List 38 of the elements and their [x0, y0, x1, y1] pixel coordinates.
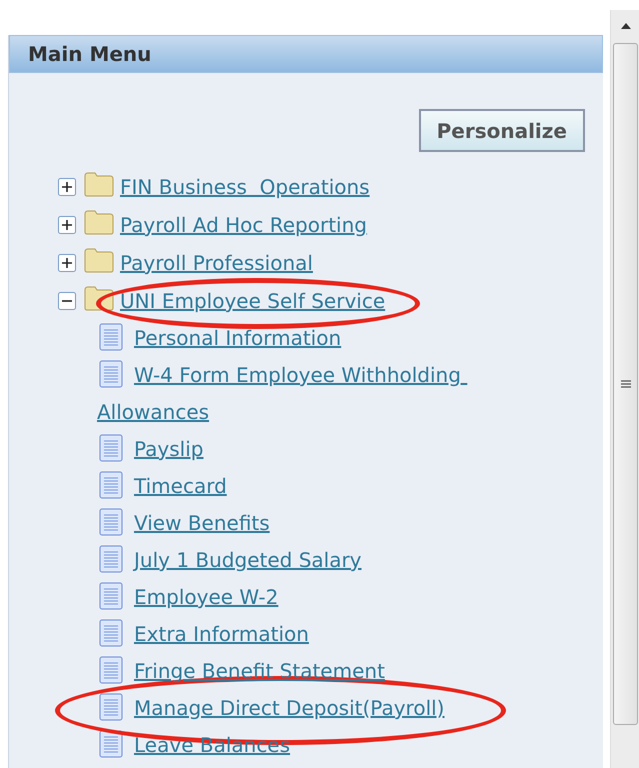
folder-icon	[84, 171, 114, 197]
document-icon	[99, 434, 123, 462]
menu-link[interactable]: Extra Information	[97, 616, 502, 653]
document-icon	[99, 471, 123, 499]
scroll-up-icon[interactable]	[620, 22, 632, 30]
grip-icon	[620, 379, 630, 389]
menu-link[interactable]: Employee W-2	[97, 579, 502, 616]
expand-icon[interactable]	[58, 178, 76, 196]
menu-link[interactable]: Fringe Benefit Statement	[97, 653, 502, 690]
menu-link[interactable]: Payslip	[97, 431, 502, 468]
personalize-button[interactable]: Personalize	[418, 109, 585, 152]
menu-link[interactable]: Payroll Professional	[120, 251, 313, 275]
menu-link[interactable]: W-4 Form Employee Withholding Allowances	[97, 357, 502, 431]
expand-icon[interactable]	[58, 254, 76, 272]
menu-link[interactable]: Timecard	[97, 468, 502, 505]
document-icon	[99, 619, 123, 647]
scrollbar[interactable]	[610, 10, 639, 768]
collapse-icon[interactable]	[58, 292, 76, 310]
menu-link[interactable]: Manage Direct Deposit(Payroll)	[97, 690, 502, 727]
scroll-thumb[interactable]	[613, 43, 638, 725]
document-icon	[99, 360, 123, 388]
menu-link[interactable]: UNI Employee Self Service	[120, 289, 386, 313]
document-icon	[99, 656, 123, 684]
menu-link[interactable]: FIN Business Operations	[120, 175, 370, 199]
menu-link[interactable]: July 1 Budgeted Salary	[97, 542, 502, 579]
panel-title: Main Menu	[28, 42, 152, 66]
document-icon	[99, 693, 123, 721]
folder-icon	[84, 247, 114, 273]
document-icon	[99, 323, 123, 351]
menu-link[interactable]: Personal Information	[97, 320, 502, 357]
menu-link[interactable]: Payroll Ad Hoc Reporting	[120, 213, 367, 237]
document-icon	[99, 582, 123, 610]
folder-icon	[84, 209, 114, 235]
document-icon	[99, 545, 123, 573]
document-icon	[99, 508, 123, 536]
document-icon	[99, 730, 123, 758]
menu-link[interactable]: View Benefits	[97, 505, 502, 542]
expand-icon[interactable]	[58, 216, 76, 234]
